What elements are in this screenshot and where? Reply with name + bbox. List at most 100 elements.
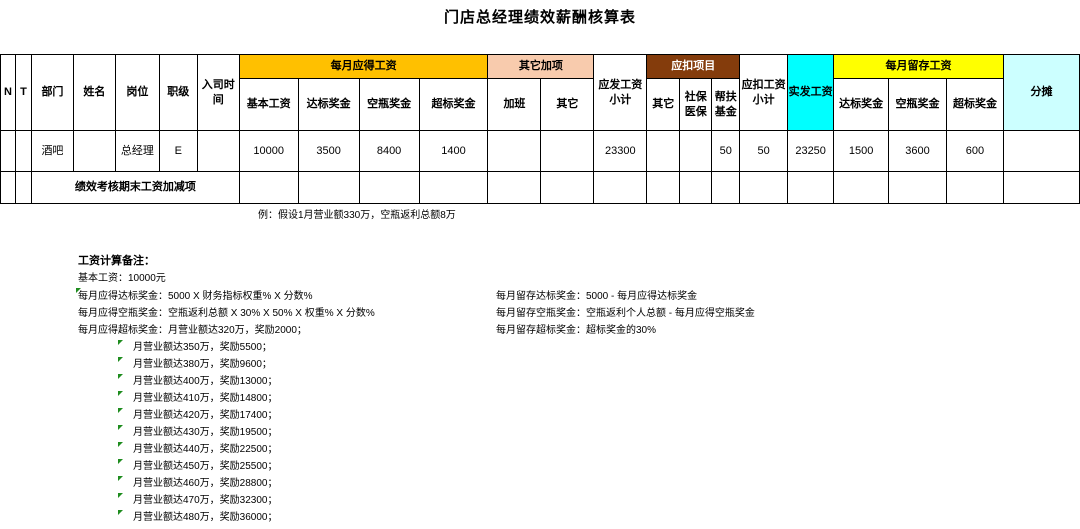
cell[interactable] (487, 171, 542, 204)
tier-8: 月营业额达460万，奖励28800； (133, 478, 278, 489)
tier-7: 月营业额达450万，奖励25500； (133, 461, 278, 472)
monthly-due-group-header: 每月应得工资 (238, 54, 489, 79)
comment-marker-icon (118, 442, 123, 447)
cell[interactable] (739, 171, 789, 204)
note-left-0: 基本工资：10000元 (78, 273, 166, 284)
comment-marker-icon (118, 425, 123, 430)
col-n-header: N (0, 54, 16, 131)
col-other2-header: 其它 (646, 78, 681, 131)
cell-r-target[interactable]: 1500 (833, 130, 890, 172)
comment-marker-icon (118, 391, 123, 396)
col-t-header: T (14, 54, 32, 131)
cell[interactable] (418, 171, 489, 204)
col-other1-header: 其它 (540, 78, 595, 131)
cell-social[interactable] (679, 130, 713, 172)
cell[interactable] (833, 171, 890, 204)
cell-level[interactable]: E (158, 130, 198, 172)
cell-dept[interactable]: 酒吧 (30, 130, 74, 172)
comment-marker-icon (118, 476, 123, 481)
cell[interactable] (888, 171, 947, 204)
col-aid-header: 帮扶基金 (711, 78, 741, 131)
cell-post[interactable]: 总经理 (114, 130, 160, 172)
comment-marker-icon (118, 357, 123, 362)
cell-overtime[interactable] (487, 130, 542, 172)
col-r-over-header: 超标奖金 (946, 78, 1004, 131)
col-overtime-header: 加班 (487, 78, 542, 131)
col-actual-header: 实发工资 (787, 54, 835, 131)
note-right-0: 每月留存达标奖金：5000 - 每月应得达标奖金 (496, 291, 698, 302)
cell[interactable] (787, 171, 835, 204)
comment-marker-icon (118, 408, 123, 413)
note-left-2: 每月应得空瓶奖金：空瓶返利总额 X 30% X 50% X 权重% X 分数% (78, 308, 375, 319)
table-row: 绩效考核期末工资加减项 (0, 171, 1080, 204)
cell-over-bonus[interactable]: 1400 (418, 130, 489, 172)
col-name-header: 姓名 (72, 54, 116, 131)
spreadsheet: 门店总经理绩效薪酬核算表 N T 部门 姓名 岗位 职级 入司时间 每月应得工资… (0, 0, 1080, 529)
cell-name[interactable] (72, 130, 116, 172)
cell[interactable] (646, 171, 681, 204)
tier-2: 月营业额达400万，奖励13000； (133, 376, 278, 387)
sheet-title: 门店总经理绩效薪酬核算表 (443, 9, 636, 26)
cell[interactable] (679, 171, 713, 204)
tier-3: 月营业额达410万，奖励14800； (133, 393, 278, 404)
cell-target-bonus[interactable]: 3500 (297, 130, 360, 172)
cell[interactable] (358, 171, 420, 204)
deduct-group-header: 应扣项目 (646, 54, 741, 79)
tier-0: 月营业额达350万，奖励5500； (133, 342, 272, 353)
cell[interactable] (1002, 171, 1080, 204)
comment-marker-icon (118, 374, 123, 379)
cell-other2[interactable] (646, 130, 681, 172)
tier-4: 月营业额达420万，奖励17400； (133, 410, 278, 421)
col-over-bonus-header: 超标奖金 (418, 78, 489, 131)
cell-share[interactable] (1002, 130, 1080, 172)
cell-r-over[interactable]: 600 (946, 130, 1004, 172)
cell-actual[interactable]: 23250 (787, 130, 835, 172)
col-deduct-total-header: 应扣工资小计 (739, 54, 789, 131)
col-base-header: 基本工资 (238, 78, 299, 131)
col-dept-header: 部门 (30, 54, 74, 131)
comment-marker-icon (118, 510, 123, 515)
col-level-header: 职级 (158, 54, 198, 131)
comment-marker-icon (118, 459, 123, 464)
tier-6: 月营业额达440万，奖励22500； (133, 444, 278, 455)
col-social-header: 社保医保 (679, 78, 713, 131)
cell-r-bottle[interactable]: 3600 (888, 130, 947, 172)
cell[interactable] (0, 130, 16, 172)
col-gross-header: 应发工资小计 (593, 54, 648, 131)
other-add-group-header: 其它加项 (487, 54, 595, 79)
cell[interactable] (14, 130, 32, 172)
retain-group-header: 每月留存工资 (833, 54, 1004, 79)
cell[interactable] (297, 171, 360, 204)
cell[interactable] (238, 171, 299, 204)
cell[interactable] (593, 171, 648, 204)
comment-marker-icon (118, 340, 123, 345)
notes-title: 工资计算备注： (78, 255, 155, 267)
note-left-1: 每月应得达标奖金：5000 X 财务指标权重% X 分数% (78, 291, 313, 302)
col-share-header: 分摊 (1002, 54, 1080, 131)
col-post-header: 岗位 (114, 54, 160, 131)
cell-base[interactable]: 10000 (238, 130, 299, 172)
cell[interactable] (540, 171, 595, 204)
cell[interactable] (0, 171, 16, 204)
cell-other1[interactable] (540, 130, 595, 172)
note-left-3: 每月应得超标奖金：月营业额达320万，奖励2000； (78, 325, 307, 336)
tier-1: 月营业额达380万，奖励9600； (133, 359, 272, 370)
cell-aid[interactable]: 50 (711, 130, 741, 172)
example-note: 例：假设1月营业额330万，空瓶返利总额8万 (258, 210, 456, 221)
cell-join-date[interactable] (196, 130, 240, 172)
note-right-1: 每月留存空瓶奖金：空瓶返利个人总额 - 每月应得空瓶奖金 (496, 308, 755, 319)
cell[interactable] (946, 171, 1004, 204)
col-r-bottle-header: 空瓶奖金 (888, 78, 947, 131)
cell-gross[interactable]: 23300 (593, 130, 648, 172)
cell-bottle-bonus[interactable]: 8400 (358, 130, 420, 172)
cell-deduct-total[interactable]: 50 (739, 130, 789, 172)
cell[interactable] (711, 171, 741, 204)
tier-5: 月营业额达430万，奖励19500； (133, 427, 278, 438)
col-target-bonus-header: 达标奖金 (297, 78, 360, 131)
cell[interactable] (14, 171, 32, 204)
note-right-2: 每月留存超标奖金：超标奖金的30% (496, 325, 657, 336)
cell-adjust-label[interactable]: 绩效考核期末工资加减项 (30, 171, 240, 204)
table-row: 酒吧 总经理 E 10000 3500 8400 1400 23300 50 5… (0, 130, 1080, 172)
tier-9: 月营业额达470万，奖励32300； (133, 495, 278, 506)
comment-marker-icon (118, 493, 123, 498)
